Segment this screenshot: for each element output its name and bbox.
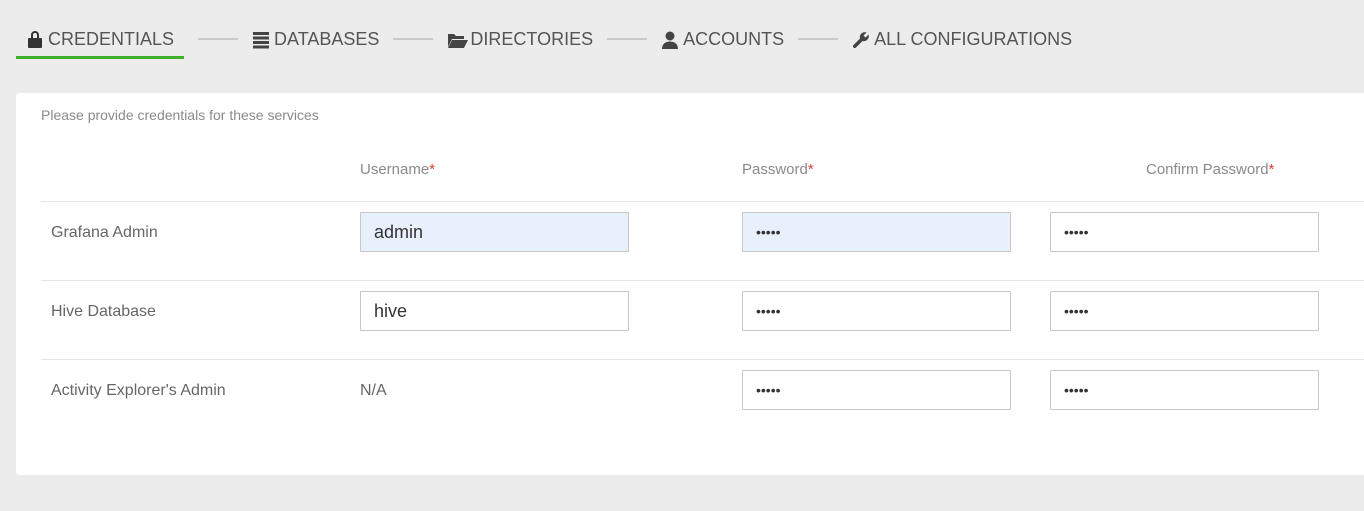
tab-credentials[interactable]: CREDENTIALS (16, 22, 185, 59)
service-label-hive: Hive Database (51, 303, 156, 320)
step-connector (607, 38, 648, 40)
panel-intro: Please provide credentials for these ser… (41, 107, 319, 123)
row-divider (41, 201, 1364, 202)
tab-label: CREDENTIALS (48, 28, 175, 49)
password-column-header: Password* (742, 161, 814, 178)
step-connector (798, 38, 839, 40)
activity-explorer-confirm-password-input[interactable] (1050, 370, 1319, 410)
tab-label: ALL CONFIGURATIONS (874, 29, 1073, 49)
required-mark: * (807, 161, 814, 178)
lock-icon (26, 30, 44, 48)
user-icon (661, 31, 679, 49)
confirm-password-column-header: Confirm Password* (1146, 161, 1274, 178)
tab-directories[interactable]: DIRECTORIES (447, 22, 593, 57)
database-icon (252, 31, 270, 49)
tab-label: DIRECTORIES (470, 29, 594, 49)
activity-explorer-password-input[interactable] (742, 370, 1011, 410)
service-label-activity-explorer: Activity Explorer's Admin (51, 382, 226, 399)
header-text: Password (742, 161, 808, 178)
header-text: Username (360, 161, 430, 178)
step-connector (198, 38, 239, 40)
required-mark: * (1268, 161, 1275, 178)
username-column-header: Username* (360, 161, 435, 178)
username-not-applicable: N/A (360, 382, 387, 399)
wizard-steps: CREDENTIALS DATABASES DIRECTORIES ACCOUN… (16, 22, 1072, 59)
hive-confirm-password-input[interactable] (1050, 291, 1319, 331)
tab-databases[interactable]: DATABASES (252, 22, 379, 57)
hive-password-input[interactable] (742, 291, 1011, 331)
tab-all-configurations[interactable]: ALL CONFIGURATIONS (852, 22, 1072, 57)
header-text: Confirm Password (1146, 161, 1269, 178)
wrench-icon (852, 31, 870, 49)
tab-accounts[interactable]: ACCOUNTS (661, 22, 784, 57)
row-divider (41, 359, 1364, 360)
service-label-grafana: Grafana Admin (51, 224, 158, 241)
credentials-panel: Please provide credentials for these ser… (16, 93, 1364, 475)
folder-open-icon (447, 31, 469, 49)
tab-label: DATABASES (274, 29, 380, 49)
grafana-confirm-password-input[interactable] (1050, 212, 1319, 252)
grafana-username-input[interactable] (360, 212, 629, 252)
row-divider (41, 280, 1364, 281)
hive-username-input[interactable] (360, 291, 629, 331)
required-mark: * (429, 161, 436, 178)
step-connector (393, 38, 434, 40)
tab-label: ACCOUNTS (683, 29, 785, 49)
grafana-password-input[interactable] (742, 212, 1011, 252)
